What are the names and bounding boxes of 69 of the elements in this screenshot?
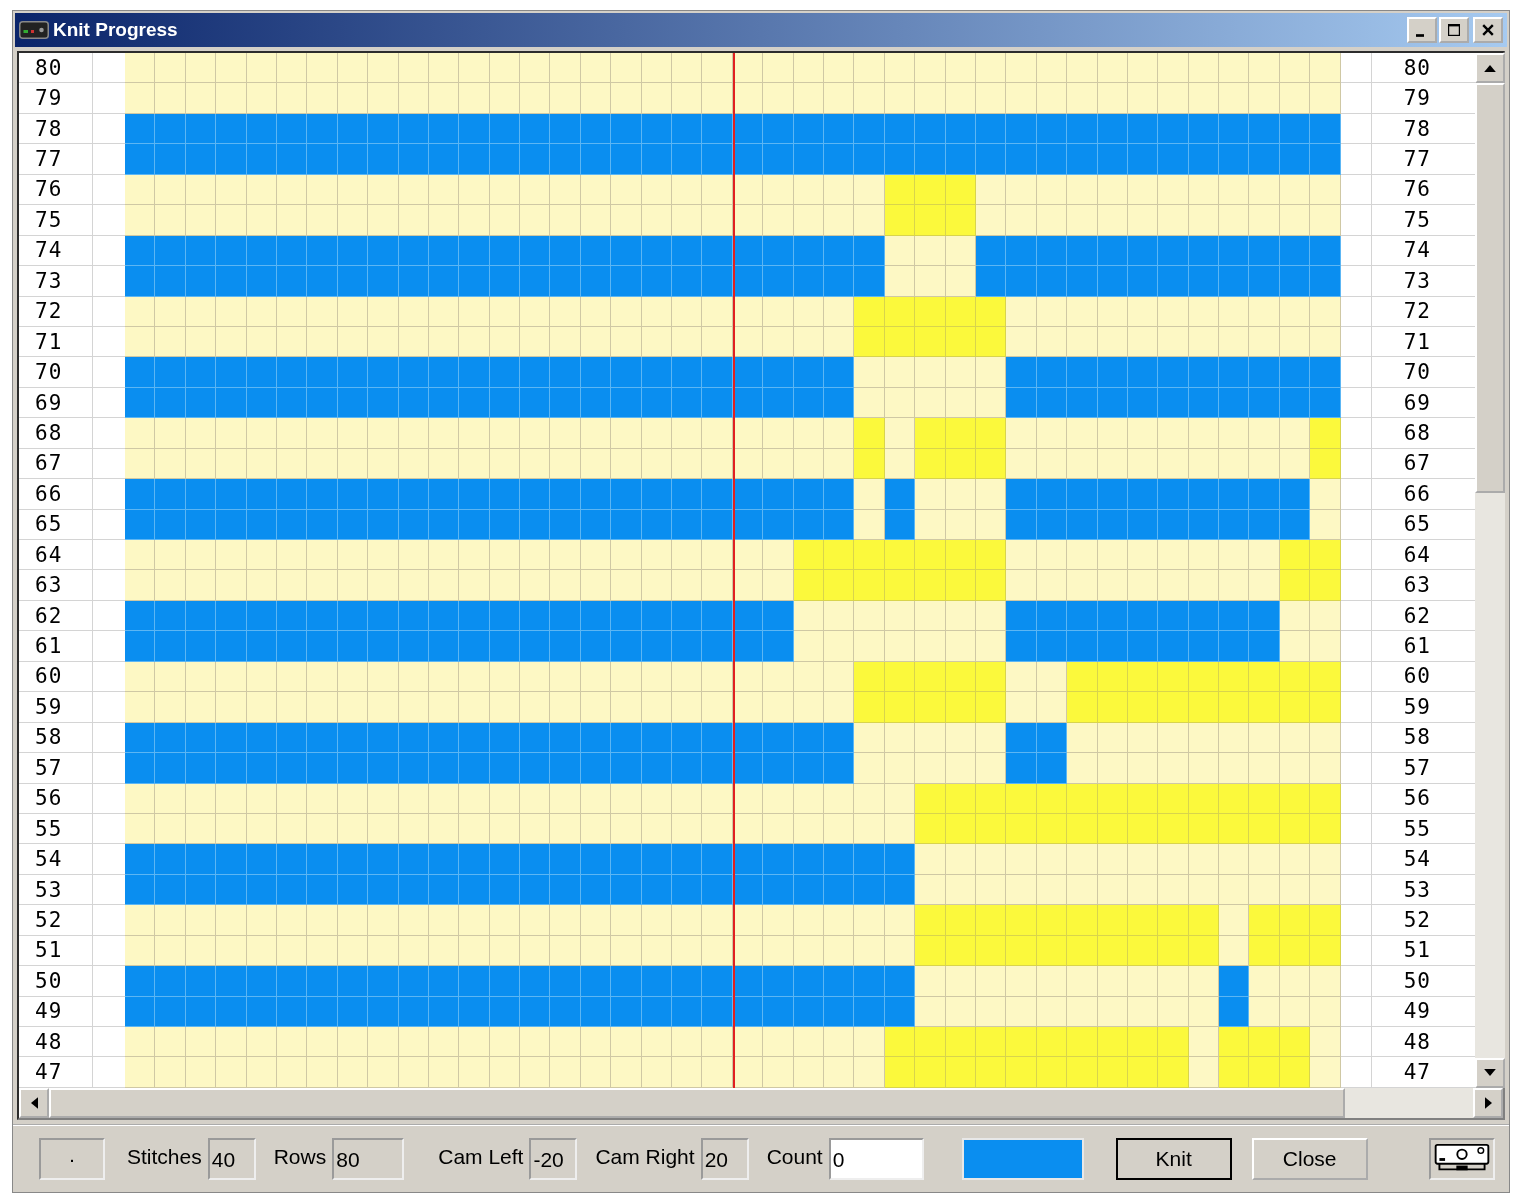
minimize-button[interactable] [1407,17,1437,43]
scroll-down-button[interactable] [1474,1057,1505,1088]
row-number: 80 [1370,53,1475,84]
row-number: 69 [1370,387,1475,419]
close-button[interactable] [1473,17,1503,43]
row-number: 65 [1370,509,1475,540]
row-number: 53 [1370,874,1475,906]
vertical-scrollbar[interactable] [1474,53,1505,1088]
row-number: 57 [1370,753,1475,784]
minimize-icon [1416,33,1424,37]
maximize-icon [1448,24,1460,36]
value-field[interactable]: 80 [332,1137,405,1180]
row-number: 74 [1370,235,1475,267]
field-label: Rows [273,1144,327,1169]
down-arrow-icon [1483,1069,1496,1077]
row-number: 67 [1370,448,1475,480]
row-number: 62 [1370,600,1475,632]
right-arrow-icon [1484,1096,1492,1109]
field-label: Cam Right [595,1144,695,1169]
value-field[interactable]: 0 [828,1137,924,1180]
maximize-button[interactable] [1439,17,1469,43]
close-icon [1482,24,1494,36]
scroll-right-button[interactable] [1473,1087,1503,1118]
scroll-thumb[interactable] [1474,83,1505,493]
row-number: 58 [1370,722,1475,754]
value-field[interactable]: -20 [529,1137,578,1180]
row-number: 48 [1370,1027,1475,1058]
row-number: 68 [1370,418,1475,449]
up-arrow-icon [1483,64,1496,72]
status-box: · [39,1137,105,1180]
horizontal-scrollbar[interactable] [17,1087,1505,1120]
row-number: 77 [1370,144,1475,175]
row-number: 79 [1370,83,1475,114]
row-number: 70 [1370,357,1475,388]
row-number: 73 [1370,266,1475,297]
row-number: 56 [1370,783,1475,814]
row-number: 63 [1370,570,1475,601]
row-number: 71 [1370,326,1475,358]
color-swatch[interactable] [961,1137,1084,1180]
field-label: Stitches [127,1144,202,1169]
row-number: 51 [1370,935,1475,967]
left-arrow-icon [30,1096,38,1109]
row-number: 75 [1370,205,1475,236]
row-number: 49 [1370,996,1475,1027]
scroll-thumb[interactable] [49,1087,1345,1118]
value-field[interactable]: 20 [700,1137,749,1180]
window-title: Knit Progress [53,19,178,41]
field-label: Count [766,1144,823,1169]
row-number: 60 [1370,661,1475,693]
machine-icon [19,21,49,39]
row-number: 78 [1370,113,1475,145]
row-number: 50 [1370,966,1475,997]
row-number: 47 [1370,1057,1475,1088]
field-label: Cam Left [438,1144,524,1169]
row-number: 66 [1370,479,1475,510]
scroll-up-button[interactable] [1474,53,1505,83]
row-number: 59 [1370,692,1475,723]
scroll-left-button[interactable] [19,1087,49,1118]
row-number: 72 [1370,296,1475,327]
row-number: 61 [1370,631,1475,662]
row-number: 55 [1370,813,1475,845]
row-number: 52 [1370,905,1475,936]
dialog-button[interactable]: Close [1251,1137,1368,1180]
row-number: 64 [1370,540,1475,571]
value-field[interactable]: 40 [207,1137,256,1180]
machine-button[interactable] [1429,1137,1495,1180]
dialog-button[interactable]: Knit [1115,1137,1232,1180]
row-number: 54 [1370,844,1475,875]
row-number: 76 [1370,174,1475,206]
